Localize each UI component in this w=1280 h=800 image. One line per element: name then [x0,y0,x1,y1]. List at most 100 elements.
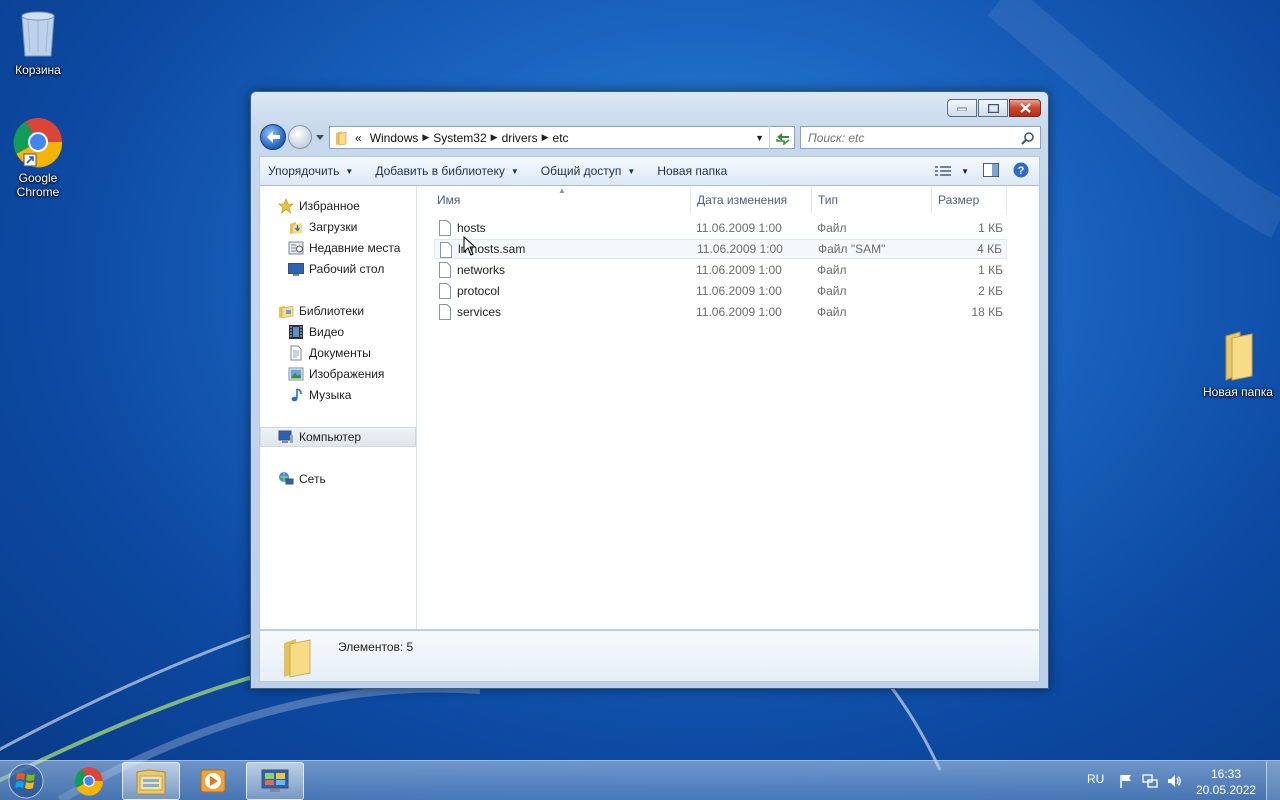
folder-icon [1225,331,1253,381]
nav-documents[interactable]: Документы [260,343,416,363]
close-button[interactable] [1009,99,1041,117]
volume-icon[interactable] [1166,773,1182,789]
forward-button[interactable] [288,125,312,149]
arrow-left-icon [267,131,280,143]
minimize-button[interactable] [947,99,977,117]
desktop-icon-recycle-bin[interactable]: Корзина [0,6,76,77]
file-icon [439,283,451,299]
file-row[interactable]: services 11.06.2009 1:00 Файл 18 КБ [434,302,1007,322]
show-desktop-button[interactable] [1266,761,1280,800]
file-date: 11.06.2009 1:00 [696,221,782,235]
network-tray-icon[interactable] [1142,773,1158,789]
column-header-label: Размер [938,193,980,207]
breadcrumb-windows[interactable]: Windows [370,131,419,145]
nav-downloads[interactable]: Загрузки [260,217,416,237]
nav-images[interactable]: Изображения [260,364,416,384]
taskbar: RU 16:33 20.05.2022 [0,760,1280,800]
address-bar[interactable]: « Windows ▶ System32 ▶ drivers ▶ etc ▼ [329,126,795,149]
column-header-size[interactable]: Размер [932,186,1007,214]
file-size: 2 КБ [978,284,1003,298]
chrome-icon [13,118,63,168]
desktop-icon-label: Корзина [15,63,61,77]
desktop-icon [288,261,304,277]
desktop-icon-chrome[interactable]: Google Chrome [0,116,76,199]
folder-icon [336,130,347,145]
column-header-type[interactable]: Тип [812,186,932,214]
file-date: 11.06.2009 1:00 [697,242,783,256]
taskbar-explorer[interactable] [122,762,180,800]
taskbar-control-panel[interactable] [246,762,304,800]
recent-pages-dropdown-icon[interactable] [315,132,325,142]
navigation-row: « Windows ▶ System32 ▶ drivers ▶ etc ▼ [259,124,1041,150]
file-size: 1 КБ [978,221,1003,235]
close-icon [1019,103,1031,113]
column-header-label: Имя [437,193,461,207]
new-folder-button[interactable]: Новая папка [657,164,727,178]
nav-favorites[interactable]: Избранное [260,196,416,216]
file-size: 18 КБ [971,305,1003,319]
recent-places-icon [288,240,304,256]
chevron-down-icon: ▼ [510,166,519,176]
nav-label: Сеть [299,472,326,486]
add-to-library-button[interactable]: Добавить в библиотеку ▼ [375,164,518,178]
file-name: protocol [457,284,500,298]
nav-libraries[interactable]: Библиотеки [260,301,416,321]
search-box[interactable] [800,126,1041,149]
command-bar: Упорядочить ▼ Добавить в библиотеку ▼ Общи… [259,156,1040,186]
breadcrumb-separator-icon[interactable]: ▶ [422,132,429,143]
computer-icon [278,429,294,445]
search-icon[interactable] [1021,131,1035,145]
clock[interactable]: 16:33 20.05.2022 [1196,766,1256,798]
file-type: Файл [817,284,847,298]
minimize-icon [957,107,967,111]
column-header-date[interactable]: Дата изменения [691,186,812,214]
file-row[interactable]: networks 11.06.2009 1:00 Файл 1 КБ [434,260,1007,280]
preview-pane-button[interactable] [983,163,999,180]
nav-recent-places[interactable]: Недавние места [260,238,416,258]
help-button[interactable]: ? [1013,162,1029,181]
maximize-button[interactable] [978,99,1008,117]
breadcrumb-separator-icon[interactable]: ▶ [491,132,498,143]
language-indicator[interactable]: RU [1087,772,1104,786]
nav-label: Компьютер [299,430,362,444]
taskbar-chrome[interactable] [60,762,118,800]
nav-desktop[interactable]: Рабочий стол [260,259,416,279]
address-dropdown-icon[interactable]: ▼ [755,133,764,143]
file-icon [439,220,451,236]
back-button[interactable] [260,124,286,150]
file-icon [439,262,451,278]
file-list[interactable]: ▲ Имя Дата изменения Тип Размер hosts 11… [418,186,1039,629]
file-type: Файл [817,263,847,277]
breadcrumb-system32[interactable]: System32 [433,131,486,145]
taskbar-media-player[interactable] [184,762,242,800]
nav-network[interactable]: Сеть [260,469,416,489]
refresh-button[interactable] [769,126,795,149]
nav-label: Загрузки [309,220,358,234]
desktop-icon-new-folder[interactable]: Новая папка [1199,330,1277,399]
recycle-bin-icon [21,11,55,57]
address-overflow[interactable]: « [355,131,362,145]
breadcrumb-drivers[interactable]: drivers [502,131,538,145]
column-header-name[interactable]: Имя [418,186,691,214]
share-button[interactable]: Общий доступ ▼ [541,164,636,178]
music-icon [288,387,304,403]
nav-computer[interactable]: Компьютер [260,427,416,447]
breadcrumb-separator-icon[interactable]: ▶ [542,132,549,143]
view-options-button[interactable]: ▼ [935,165,969,178]
nav-label: Библиотеки [299,304,365,318]
clock-time: 16:33 [1210,767,1242,781]
file-row[interactable]: protocol 11.06.2009 1:00 Файл 2 КБ [434,281,1007,301]
chrome-icon [74,767,103,796]
action-center-flag-icon[interactable] [1118,773,1134,789]
file-row[interactable]: hosts 11.06.2009 1:00 Файл 1 КБ [434,218,1007,238]
help-icon: ? [1013,162,1029,178]
breadcrumb-etc[interactable]: etc [553,131,569,145]
organize-button[interactable]: Упорядочить ▼ [268,164,353,178]
navigation-pane[interactable]: Избранное Загрузки Недавние места Рабочи… [260,186,417,629]
search-input[interactable] [808,130,1008,145]
start-button[interactable] [6,763,46,799]
column-header-label: Дата изменения [697,193,788,207]
file-row[interactable]: lmhosts.sam 11.06.2009 1:00 Файл "SAM" 4… [434,239,1007,259]
nav-music[interactable]: Музыка [260,385,416,405]
nav-video[interactable]: Видео [260,322,416,342]
